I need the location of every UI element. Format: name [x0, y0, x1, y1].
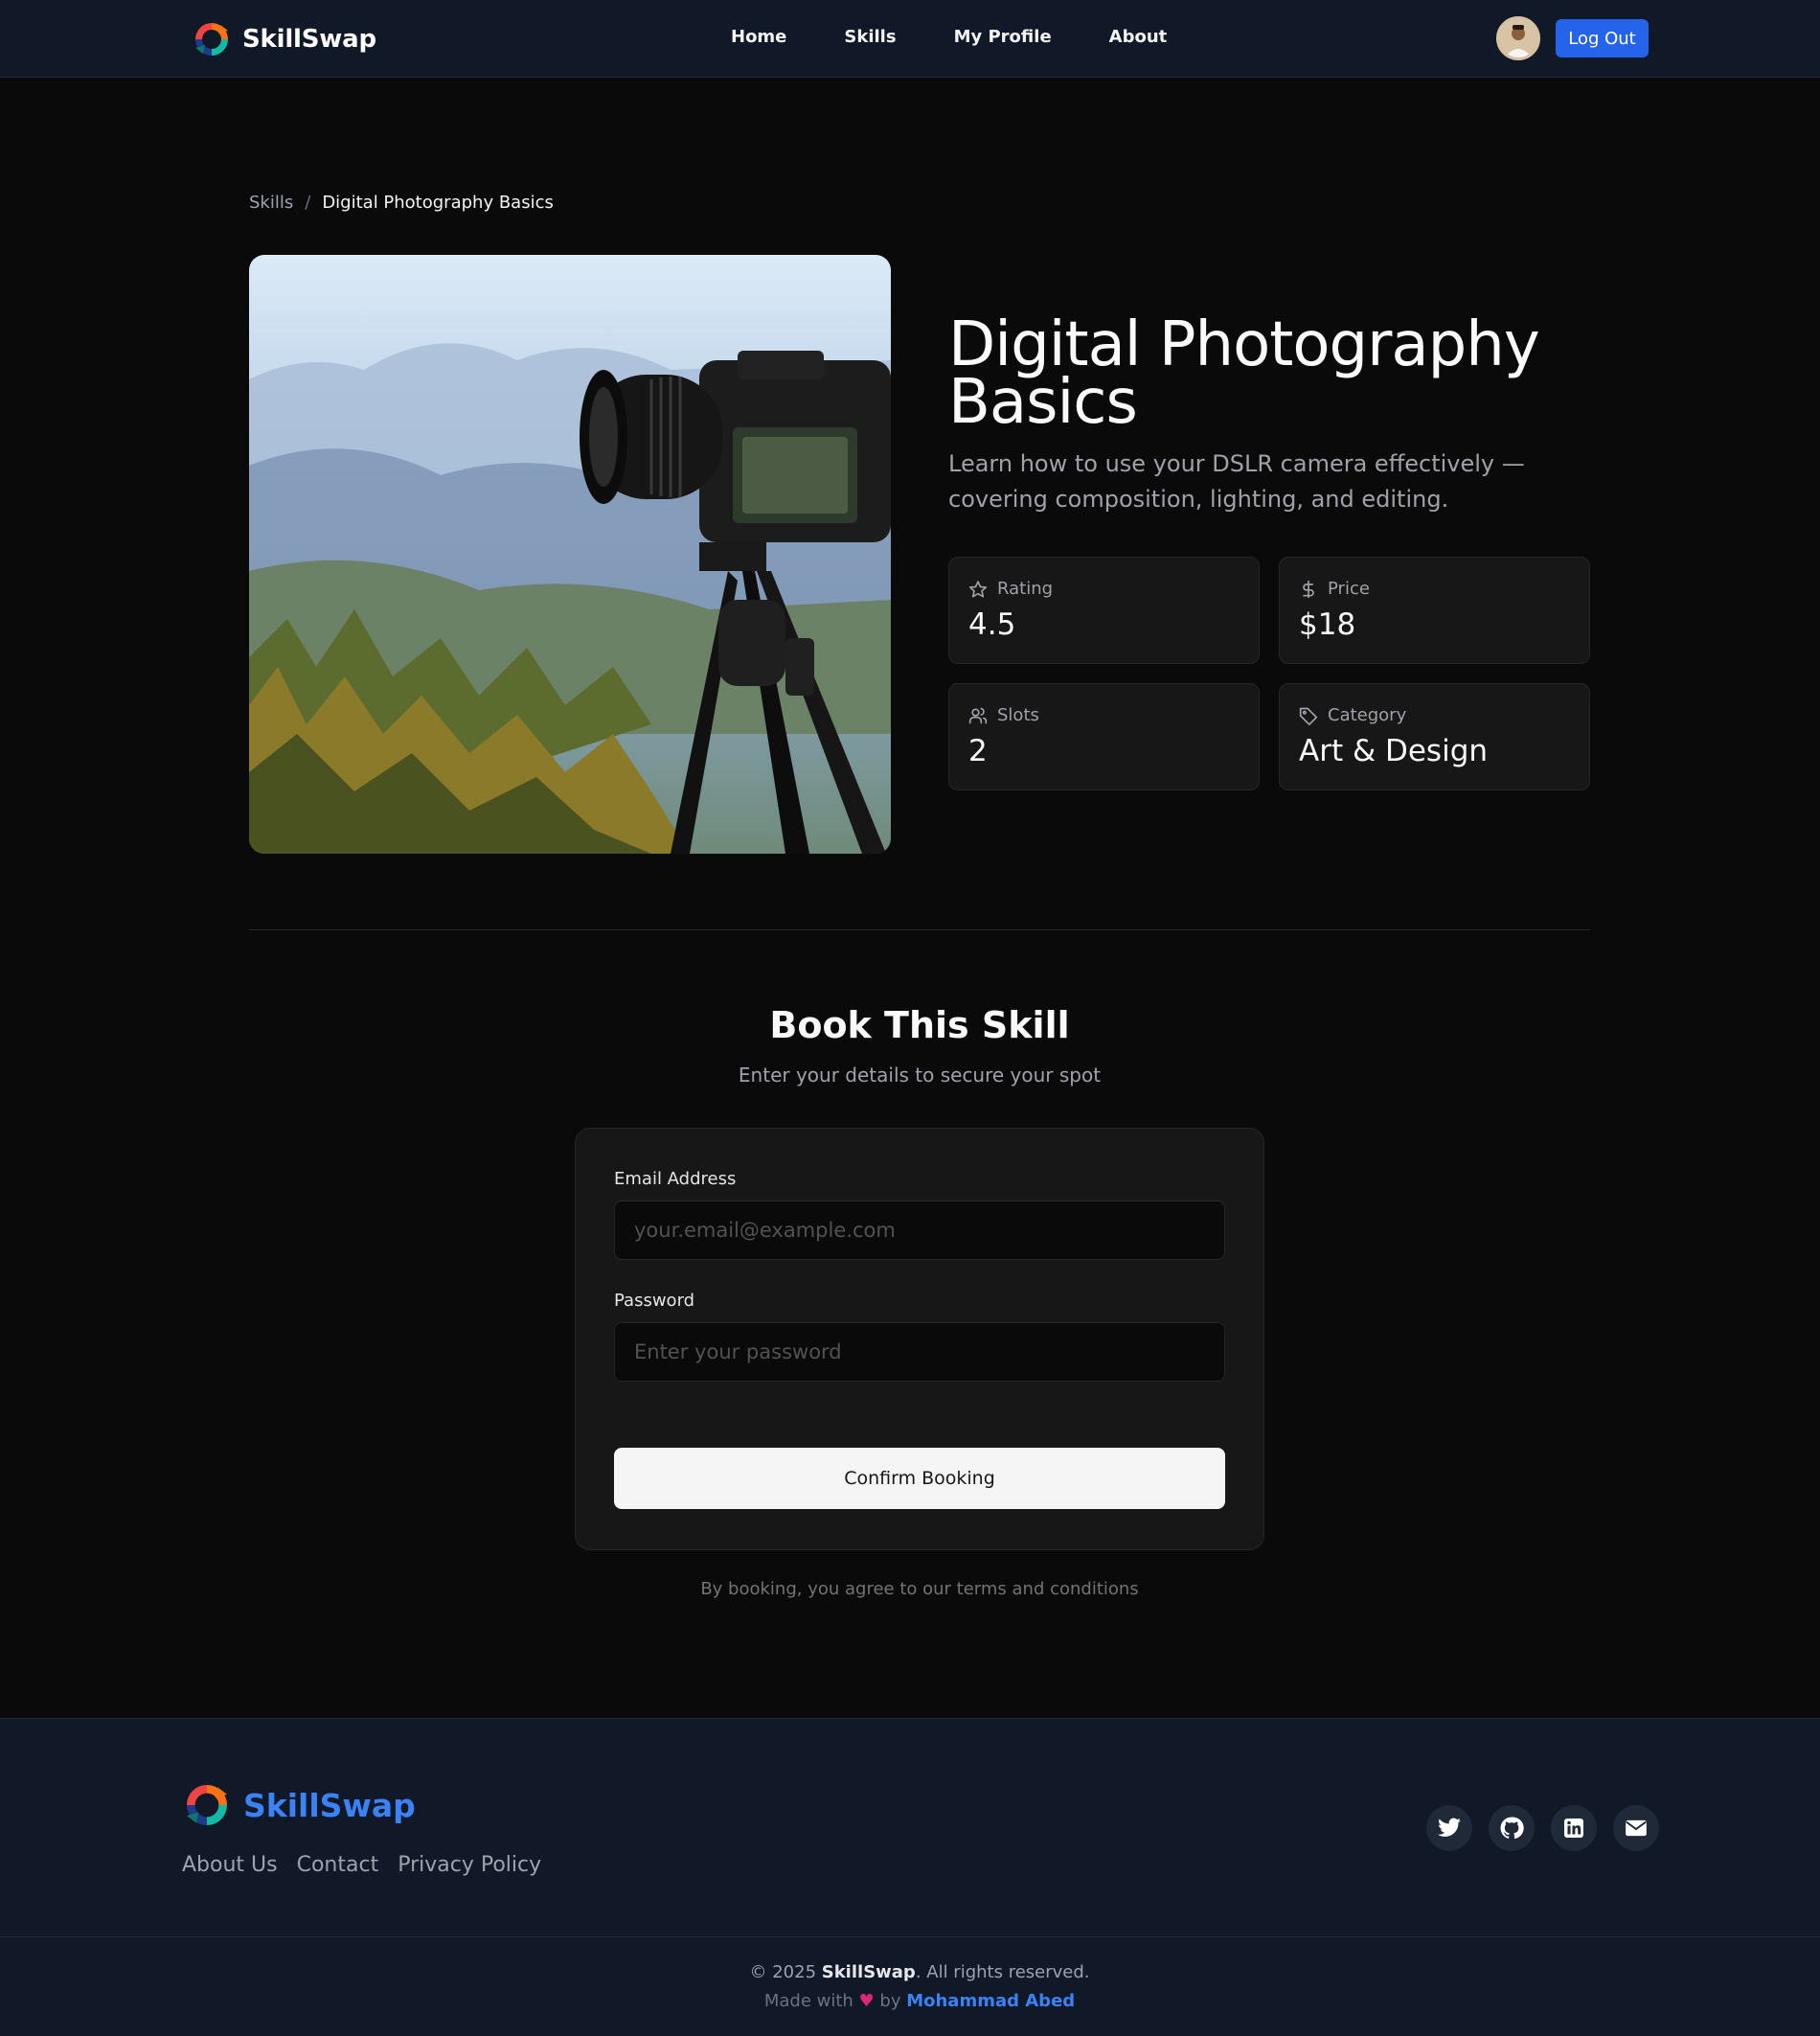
terms-note: By booking, you agree to our terms and c…	[700, 1579, 1139, 1599]
email-label: Email Address	[614, 1169, 737, 1189]
footer-privacy-policy-link[interactable]: Privacy Policy	[398, 1853, 541, 1877]
price-card: Price $18	[1279, 557, 1590, 664]
rating-label-row: Rating	[968, 579, 1053, 599]
logout-button[interactable]: Log Out	[1556, 19, 1649, 57]
tag-icon	[1299, 707, 1318, 725]
breadcrumb-skills-link[interactable]: Skills	[249, 193, 293, 213]
slots-label-row: Slots	[968, 705, 1039, 725]
category-card: Category Art & Design	[1279, 683, 1590, 790]
footer-brand-name: SkillSwap	[243, 1786, 416, 1824]
brand-name: SkillSwap	[242, 25, 376, 54]
nav-home-link[interactable]: Home	[731, 27, 786, 47]
copyright-text: © 2025 SkillSwap. All rights reserved.	[0, 1962, 1820, 1982]
footer-links: About Us Contact Privacy Policy	[182, 1853, 541, 1877]
skill-description: Learn how to use your DSLR camera effect…	[948, 450, 1525, 513]
copyright-brand: SkillSwap	[821, 1962, 916, 1982]
price-value: $18	[1299, 607, 1356, 642]
site-footer: SkillSwap About Us Contact Privacy Polic…	[0, 1718, 1820, 2036]
avatar-portrait-icon	[1499, 19, 1537, 57]
slots-value: 2	[968, 734, 988, 768]
breadcrumb: Skills / Digital Photography Basics	[249, 193, 554, 213]
breadcrumb-separator: /	[305, 193, 311, 213]
booking-form: Email Address Password Confirm Booking	[575, 1128, 1264, 1550]
user-avatar[interactable]	[1496, 16, 1540, 60]
nav-my-profile-link[interactable]: My Profile	[954, 27, 1052, 47]
mail-icon	[1626, 1819, 1647, 1837]
skillswap-logo-icon	[186, 1784, 228, 1826]
rating-value: 4.5	[968, 607, 1016, 642]
email-field[interactable]	[614, 1201, 1225, 1260]
nav-skills-link[interactable]: Skills	[844, 27, 896, 47]
linkedin-icon	[1564, 1819, 1583, 1838]
heart-icon: ♥	[858, 1991, 875, 2011]
booking-subtitle: Enter your details to secure your spot	[738, 1064, 1102, 1087]
booking-title: Book This Skill	[769, 1004, 1070, 1046]
camera-on-tripod-photo	[249, 255, 891, 854]
breadcrumb-current: Digital Photography Basics	[322, 193, 554, 213]
password-label: Password	[614, 1291, 695, 1311]
skillswap-logo-icon	[195, 23, 228, 56]
author-link[interactable]: Mohammad Abed	[906, 1991, 1075, 2011]
main-nav: Home Skills My Profile About	[731, 27, 1224, 47]
made-with-text: Made with ♥ by Mohammad Abed	[0, 1991, 1820, 2011]
rating-label: Rating	[997, 579, 1054, 599]
made-with-prefix: Made with	[763, 1991, 859, 2011]
top-navbar: SkillSwap Home Skills My Profile About L…	[0, 0, 1820, 78]
price-label-row: Price	[1299, 579, 1370, 599]
slots-label: Slots	[997, 705, 1039, 725]
dollar-icon	[1303, 580, 1314, 598]
category-label: Category	[1328, 705, 1407, 725]
slots-card: Slots 2	[948, 683, 1260, 790]
linkedin-button[interactable]	[1551, 1805, 1597, 1851]
copyright-prefix: © 2025	[749, 1962, 822, 1982]
price-label: Price	[1328, 579, 1370, 599]
rating-card: Rating 4.5	[948, 557, 1260, 664]
skill-cover-image	[249, 255, 891, 854]
footer-brand[interactable]: SkillSwap	[182, 1780, 416, 1830]
brand-link[interactable]: SkillSwap	[192, 19, 376, 59]
category-label-row: Category	[1299, 705, 1406, 725]
nav-about-link[interactable]: About	[1109, 27, 1168, 47]
copyright-suffix: . All rights reserved.	[915, 1962, 1090, 1982]
footer-about-us-link[interactable]: About Us	[182, 1853, 278, 1877]
users-icon	[968, 707, 988, 723]
star-icon	[968, 580, 988, 598]
social-links	[1426, 1805, 1659, 1851]
twitter-icon	[1438, 1818, 1461, 1837]
mail-button[interactable]	[1613, 1805, 1659, 1851]
made-by-text: by	[874, 1991, 907, 2011]
confirm-booking-button[interactable]: Confirm Booking	[614, 1448, 1225, 1509]
footer-divider	[0, 1936, 1820, 1937]
section-divider	[249, 929, 1590, 930]
password-field[interactable]	[614, 1322, 1225, 1382]
footer-contact-link[interactable]: Contact	[297, 1853, 379, 1877]
twitter-button[interactable]	[1426, 1805, 1472, 1851]
github-icon	[1500, 1817, 1524, 1840]
category-value: Art & Design	[1299, 734, 1489, 768]
skill-title: Digital Photography Basics	[948, 309, 1540, 438]
github-button[interactable]	[1489, 1805, 1535, 1851]
